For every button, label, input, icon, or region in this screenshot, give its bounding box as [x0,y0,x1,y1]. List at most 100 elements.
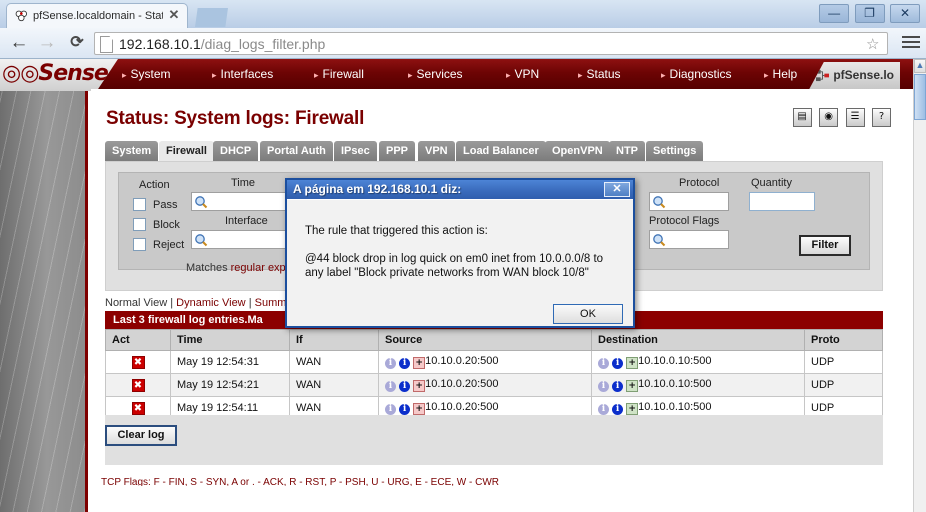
block-icon[interactable]: ✖ [131,378,145,392]
dialog-close-icon[interactable]: ✕ [604,182,630,197]
header-if: If [289,329,379,351]
forward-icon[interactable]: → [36,33,58,54]
checkbox-block[interactable] [133,218,146,231]
tab-ntp[interactable]: NTP [609,141,645,161]
allow-host-icon[interactable]: + [626,357,639,369]
scrollbar-thumb[interactable] [914,74,926,120]
scroll-up-icon[interactable]: ▲ [914,59,926,73]
url-host: 192.168.10.1 [119,36,201,52]
protocol-input[interactable] [649,192,729,211]
pfsense-logo-glyph: ◎◎ [2,61,39,86]
checkbox-reject-label: Reject [153,239,185,251]
clear-log-button[interactable]: Clear log [105,425,177,446]
minimize-button[interactable]: — [819,4,850,23]
back-icon[interactable]: ← [8,33,30,54]
protocol-flags-input[interactable] [649,230,729,249]
info-pale-icon[interactable]: i [598,358,609,369]
nav-item-help-label: Help [772,67,798,81]
tab-system[interactable]: System [105,141,159,161]
block-host-icon[interactable]: + [413,380,426,392]
tab-openvpn[interactable]: OpenVPN [545,141,610,161]
tab-vpn[interactable]: VPN [418,141,455,161]
chrome-menu-icon[interactable] [902,36,920,51]
search-icon [653,234,666,247]
tab-settings[interactable]: Settings [646,141,704,161]
tab-ppp[interactable]: PPP [379,141,416,161]
info-icon[interactable]: i [612,358,624,369]
info-pale-icon[interactable]: i [598,404,609,415]
host-tab[interactable]: pfSense.lo [809,62,900,89]
quantity-input[interactable] [749,192,815,211]
new-tab-button[interactable] [195,8,228,27]
normal-view-link[interactable]: Normal View [105,297,167,309]
tab-title: pfSense.localdomain - Status [33,10,163,22]
checkbox-reject[interactable] [133,238,146,251]
info-icon[interactable]: i [612,404,624,415]
dialog-body: The rule that triggered this action is: … [287,199,633,326]
address-bar[interactable]: 192.168.10.1/diag_logs_filter.php ☆ [94,32,888,55]
tab-ipsec[interactable]: IPsec [334,141,377,161]
browser-tab[interactable]: pfSense.localdomain - Status ✕ [6,3,188,28]
checkbox-pass[interactable] [133,198,146,211]
view-sep-1: | [167,297,177,309]
checkbox-pass-label: Pass [153,199,178,211]
nav-item-vpn[interactable]: ▸ VPN [506,59,539,89]
tab-firewall[interactable]: Firewall [159,141,214,161]
cell-destination-text: 10.10.0.10:500 [638,355,712,367]
dialog-ok-button[interactable]: OK [553,304,623,324]
table-row[interactable]: ✖ May 19 12:54:31 WAN i i +10.10.0.20:50… [105,350,883,374]
tab-dhcp[interactable]: DHCP [213,141,259,161]
allow-host-icon[interactable]: + [626,403,639,415]
nav-item-status-label: Status [586,67,621,81]
help-icon[interactable]: ? [872,108,891,127]
tab-close-icon[interactable]: ✕ [168,8,180,21]
filter-button[interactable]: Filter [799,235,851,256]
time-label: Time [231,177,256,189]
table-row[interactable]: ✖ May 19 12:54:21 WAN i i +10.10.0.20:50… [105,373,883,397]
nav-item-firewall[interactable]: ▸ Firewall [314,59,364,89]
cell-act[interactable]: ✖ [105,350,171,374]
nav-item-system[interactable]: ▸ System [122,59,171,89]
nav-item-status[interactable]: ▸ Status [578,59,621,89]
info-pale-icon[interactable]: i [598,381,609,392]
nav-item-diagnostics[interactable]: ▸ Diagnostics [661,59,732,89]
info-pale-icon[interactable]: i [385,404,396,415]
block-host-icon[interactable]: + [413,357,426,369]
bookmark-star-icon[interactable]: ☆ [866,37,881,52]
reload-icon[interactable]: ⟳ [66,33,88,54]
checkbox-block-label: Block [153,219,180,231]
cell-act[interactable]: ✖ [105,373,171,397]
allow-host-icon[interactable]: + [626,380,639,392]
tab-load-balancer[interactable]: Load Balancer [456,141,546,161]
info-icon[interactable]: i [399,404,411,415]
restore-button[interactable]: ❐ [854,4,885,23]
info-icon[interactable]: i [399,381,411,392]
refresh-icon[interactable]: ◉ [819,108,839,127]
nav-item-interfaces[interactable]: ▸ Interfaces [212,59,273,89]
caret-icon: ▸ [408,70,413,80]
close-button[interactable]: ✕ [890,4,920,23]
protocol-label: Protocol [679,177,720,189]
dialog-line-2: @44 block drop in log quick on em0 inet … [305,253,604,279]
summary-view-link[interactable]: Summ [255,297,287,309]
block-host-icon[interactable]: + [413,403,426,415]
block-icon[interactable]: ✖ [131,401,145,415]
page-scrollbar[interactable]: ▲ [913,59,926,512]
matches-prefix: Matches [186,262,231,274]
caret-icon: ▸ [314,70,319,80]
tab-portal-auth[interactable]: Portal Auth [260,141,333,161]
info-icon[interactable]: i [612,381,624,392]
dynamic-view-link[interactable]: Dynamic View [176,297,246,309]
block-icon[interactable]: ✖ [131,355,145,369]
caret-icon: ▸ [578,70,583,80]
nav-item-services[interactable]: ▸ Services [408,59,463,89]
caret-icon: ▸ [212,70,217,80]
info-pale-icon[interactable]: i [385,381,396,392]
list-icon[interactable]: ☰ [845,108,865,127]
add-icon[interactable]: ▤ [792,108,812,127]
info-icon[interactable]: i [399,358,411,369]
cell-if: WAN [289,350,379,374]
info-pale-icon[interactable]: i [385,358,396,369]
nav-item-help[interactable]: ▸ Help [764,59,797,89]
cell-source: i i +10.10.0.20:500 [378,350,592,374]
